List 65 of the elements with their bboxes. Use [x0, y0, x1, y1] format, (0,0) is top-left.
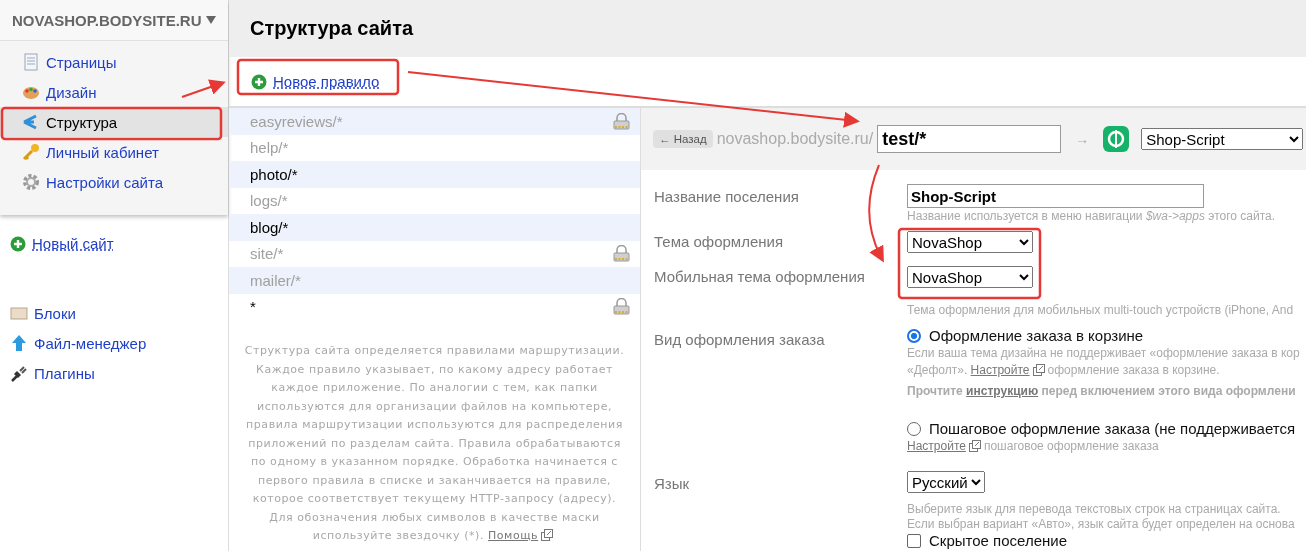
select-field[interactable]: NovaShop [907, 231, 1033, 253]
help-text: Структура сайта определяется правилами маршрутизации. Каждое правило указывает, по какому адресу работает каждое приложение. По аналогии с тем, как папки используются для организации файлов на компьютере, правила маршрутизации используются для распределения приложений по разделам сайта. Правила обрабатываются по одному в указанном порядке. Обработка начинается с первого правила в списке и заканчивается на правиле, которое соответствует текущему HTTP-запросу (адресу). Для обозначения любых символов в качестве маски используйте звездочку (*). Помощь [243, 343, 626, 544]
field-label: Тема оформления [654, 232, 785, 252]
settings-icon [22, 173, 40, 191]
radio-button[interactable] [907, 329, 921, 343]
field-label: Язык [654, 474, 691, 494]
field-hint: Тема оформления для мобильных multi-touch устройств (iPhone, And [907, 302, 1295, 319]
add-icon [251, 73, 267, 90]
sidebar-item[interactable]: Файл-менеджер [10, 328, 228, 358]
back-button[interactable]: ← Назад [653, 130, 713, 148]
key-icon [22, 143, 40, 161]
field-label: Мобильная тема оформления [654, 267, 866, 287]
setup-link[interactable]: Настройте [970, 363, 1030, 377]
domain-text: novashop.bodysite.ru/ [716, 130, 874, 148]
option-hint: Если ваша тема дизайна не поддерживает «оформление заказа в кор [907, 345, 1301, 362]
sidebar-item[interactable]: Страницы [0, 47, 228, 77]
option-hint: оформление заказа в корзине. [1047, 363, 1220, 377]
sidebar-item[interactable]: Настройки сайта [0, 167, 228, 197]
help-link[interactable]: Помощь [488, 529, 539, 542]
sidebar-item[interactable]: Блоки [10, 298, 228, 328]
setup-link[interactable]: Настройте [907, 439, 966, 453]
route-item[interactable]: * [229, 293, 640, 320]
instruction-link[interactable]: инструкцию [966, 384, 1039, 398]
option-label: Оформление заказа в корзине [929, 327, 1144, 345]
sidebar-item[interactable]: Личный кабинет [0, 137, 228, 167]
select-field[interactable]: Русский [907, 471, 985, 493]
sidebar-item[interactable]: Дизайн [0, 77, 228, 107]
option-label: Пошаговое оформление заказа (не поддерживается [929, 420, 1296, 438]
plug-icon [10, 364, 28, 382]
caret-icon[interactable] [206, 16, 216, 24]
field-hint: Название используется в меню навигации $wa->apps этого сайта. [907, 208, 1277, 225]
checkbox-label: Скрытое поселение [929, 532, 1067, 550]
arrow-text: → [1075, 131, 1090, 147]
annotation-arrow [181, 79, 226, 98]
select-field[interactable]: NovaShop [907, 266, 1033, 288]
text-field[interactable]: Shop-Script [907, 184, 1204, 208]
lock-icon [613, 298, 630, 316]
external-link-icon [1032, 364, 1045, 376]
app-select[interactable]: Shop-Script [1141, 128, 1304, 150]
route-item[interactable]: blog/* [229, 214, 640, 241]
external-link-icon [541, 529, 554, 541]
route-item[interactable]: photo/* [229, 161, 640, 188]
block-icon [10, 304, 28, 322]
field-label: Название поселения [654, 187, 800, 207]
site-title[interactable]: NOVASHOP.BODYSITE.RU [12, 11, 202, 29]
page-title: Структура сайта [250, 17, 414, 40]
field-hint: Если выбран вариант «Авто», язык сайта будет определен на основа [907, 517, 1296, 532]
field-hint: Выберите язык для перевода текстовых строк на страницах сайта. [907, 502, 1282, 517]
sidebar-item[interactable]: Структура [0, 107, 228, 137]
checkbox[interactable] [907, 534, 921, 548]
field-label: Вид оформления заказа [654, 330, 826, 350]
page-icon [22, 53, 40, 71]
app-icon [1103, 126, 1130, 152]
add-icon [10, 235, 26, 252]
url-field[interactable]: test/* [877, 125, 1062, 153]
lock-icon [613, 112, 630, 130]
external-link-icon [968, 440, 981, 452]
option-hint: «Дефолт». [907, 363, 968, 377]
option-hint: пошаговое оформление заказа [983, 439, 1159, 453]
new-rule-link[interactable]: Новое правило [273, 73, 380, 90]
sidebar-item[interactable]: Плагины [10, 358, 228, 388]
new-site-link[interactable]: Новый сайт [32, 235, 114, 252]
upload-icon [10, 334, 28, 352]
lock-icon [613, 245, 630, 263]
option-note: Прочтите инструкцию перед включением этого вида оформлени [907, 383, 1297, 399]
